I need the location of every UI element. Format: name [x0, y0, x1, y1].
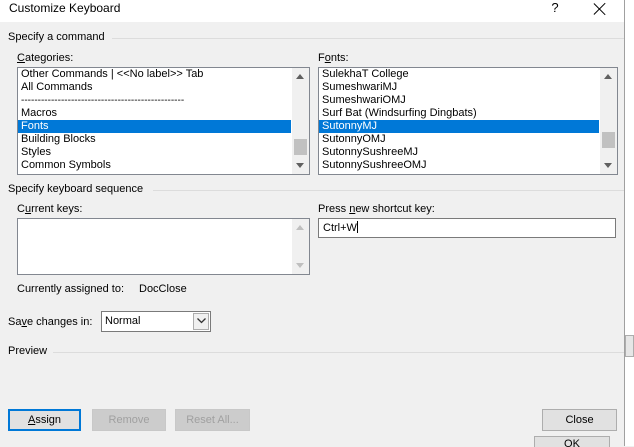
categories-list-item[interactable]: Other Commands | <<No label>> Tab [18, 68, 291, 81]
keyboard-sequence-heading: Specify keyboard sequence [8, 183, 144, 195]
scroll-up-arrow-icon[interactable] [604, 74, 612, 79]
categories-list-item[interactable]: Styles [18, 146, 291, 159]
fonts-listbox[interactable]: SulekhaT College SumeshwariMJ SumeshwariOM… [318, 67, 618, 175]
scroll-thumb[interactable] [602, 132, 615, 148]
save-changes-value: Normal [105, 315, 141, 327]
scroll-up-arrow-icon[interactable] [296, 74, 304, 79]
categories-list-item[interactable]: Macros [18, 107, 291, 120]
chevron-down-icon [197, 318, 206, 324]
scroll-up-arrow-icon [296, 225, 304, 230]
new-shortcut-value: Ctrl+W [323, 222, 357, 234]
fonts-list-item[interactable]: SutonnySushreeOMJ [319, 159, 599, 172]
save-changes-dropdown[interactable]: Normal [101, 311, 211, 332]
keyboard-sequence-separator [153, 190, 624, 191]
categories-list-item[interactable]: ----------------------------------------… [18, 94, 291, 107]
background-window-edge [625, 0, 634, 446]
fonts-list-item[interactable]: SumeshwariOMJ [319, 94, 599, 107]
current-keys-label: Current keys: [17, 203, 83, 215]
background-control [625, 335, 634, 357]
new-shortcut-label: Press new shortcut key: [318, 203, 435, 215]
current-keys-scrollbar [292, 219, 309, 274]
currently-assigned-label: Currently assigned to: [17, 283, 124, 295]
categories-scrollbar[interactable] [292, 68, 309, 174]
remove-button[interactable]: Remove [92, 409, 166, 431]
categories-list-item[interactable]: Fonts [18, 120, 291, 133]
categories-list-item[interactable]: All Commands [18, 81, 291, 94]
categories-list-item[interactable]: Building Blocks [18, 133, 291, 146]
categories-listbox[interactable]: Other Commands | <<No label>> Tab All Com… [17, 67, 310, 175]
fonts-list-item[interactable]: SumeshwariMJ [319, 81, 599, 94]
assign-button[interactable]: Assign [8, 409, 81, 431]
categories-label: Categories: [17, 52, 74, 64]
fonts-list-item[interactable]: SutonnyMJ [319, 120, 599, 133]
text-caret [356, 221, 358, 233]
fonts-list-item[interactable]: SutonnySushreeMJ [319, 146, 599, 159]
categories-list-item[interactable]: Common Symbols [18, 159, 291, 172]
scroll-down-arrow-icon[interactable] [296, 163, 304, 168]
fonts-label: Fonts: [318, 52, 349, 64]
fonts-list-item[interactable]: SulekhaT College [319, 68, 599, 81]
scroll-thumb[interactable] [294, 139, 307, 155]
fonts-list-item[interactable]: Surf Bat (Windsurfing Dingbats) [319, 107, 599, 120]
title-bar: Customize Keyboard ? [0, 0, 624, 22]
customize-keyboard-dialog: Customize Keyboard ? Specify a command C… [0, 0, 625, 446]
fonts-list-item[interactable]: SutonnyOMJ [319, 133, 599, 146]
currently-assigned-value: DocClose [139, 283, 187, 295]
current-keys-listbox[interactable] [17, 218, 310, 275]
save-changes-label: Save changes in: [8, 316, 93, 328]
help-button[interactable]: ? [549, 0, 561, 15]
preview-separator [53, 352, 624, 353]
preview-heading: Preview [8, 345, 48, 357]
background-ok-button: OK [534, 436, 610, 447]
close-icon[interactable] [592, 1, 608, 17]
dropdown-button[interactable] [193, 313, 209, 330]
scroll-down-arrow-icon[interactable] [604, 163, 612, 168]
specify-command-separator [112, 38, 624, 39]
dialog-title: Customize Keyboard [9, 1, 121, 15]
fonts-items: SulekhaT College SumeshwariMJ SumeshwariOM… [319, 68, 599, 172]
new-shortcut-input[interactable]: Ctrl+W [318, 218, 616, 238]
scroll-down-arrow-icon [296, 263, 304, 268]
categories-items: Other Commands | <<No label>> Tab All Com… [18, 68, 291, 172]
specify-command-heading: Specify a command [8, 31, 105, 43]
reset-all-button[interactable]: Reset All... [175, 409, 250, 431]
close-button[interactable]: Close [542, 409, 617, 431]
fonts-scrollbar[interactable] [600, 68, 617, 174]
